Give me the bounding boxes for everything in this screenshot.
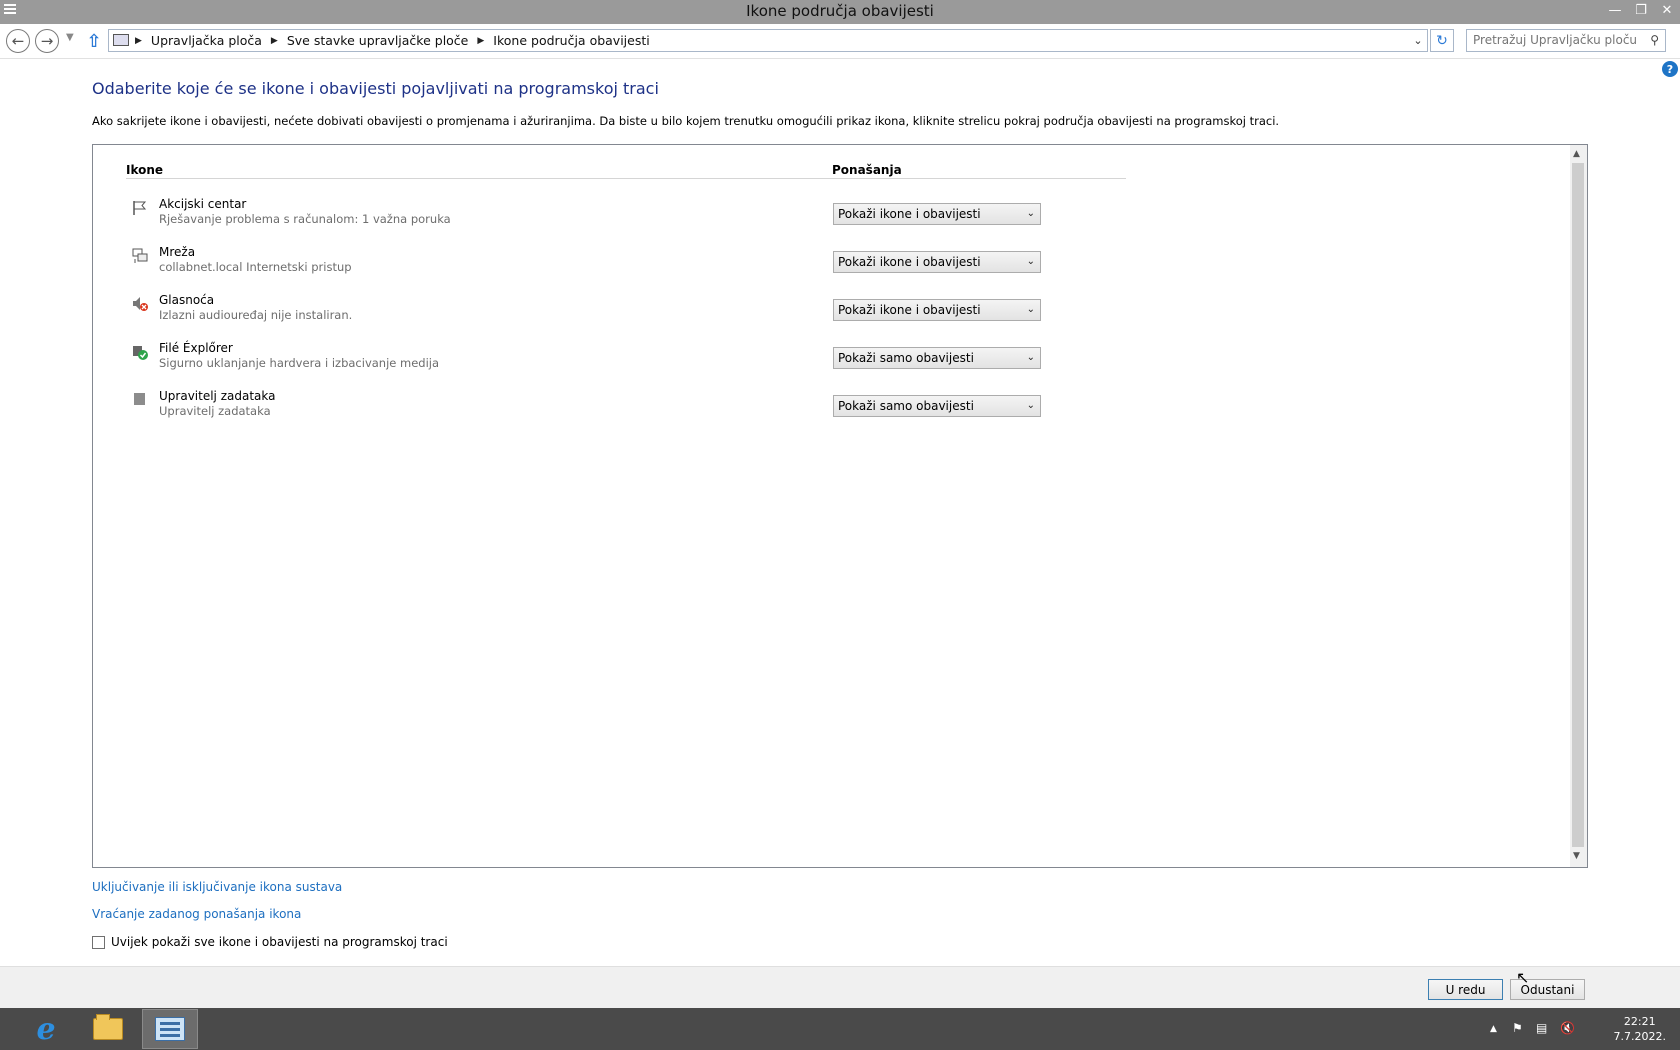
- taskbar-control-panel[interactable]: [142, 1009, 198, 1049]
- behavior-select-value: Pokaži samo obavijesti: [838, 399, 974, 413]
- scrollbar-thumb[interactable]: [1572, 163, 1584, 847]
- network-icon: [132, 248, 148, 263]
- up-button[interactable]: ⇧: [85, 31, 103, 52]
- list-item: Upravitelj zadataka Upravitelj zadataka …: [131, 389, 1131, 429]
- chevron-down-icon: ⌄: [1026, 400, 1035, 411]
- column-header-icons: Ikone: [126, 163, 164, 177]
- behavior-select-value: Pokaži ikone i obavijesti: [838, 255, 981, 269]
- flag-icon[interactable]: ⚑: [1512, 1021, 1523, 1035]
- task-manager-icon: [134, 393, 145, 405]
- search-input[interactable]: [1473, 33, 1638, 47]
- clock-date: 7.7.2022.: [1613, 1030, 1666, 1043]
- navigation-bar: ← → ▼ ⇧ ▶ Upravljačka ploča ▶ Sve stavke…: [0, 24, 1680, 59]
- volume-muted-icon[interactable]: 🔇: [1560, 1021, 1575, 1035]
- search-box[interactable]: ⚲: [1466, 29, 1666, 52]
- search-icon[interactable]: ⚲: [1650, 33, 1659, 47]
- recent-locations-dropdown[interactable]: ▼: [66, 32, 74, 43]
- behavior-select[interactable]: Pokaži ikone i obavijesti ⌄: [833, 251, 1041, 273]
- notification-area: ▲ ⚑ ▤ 🔇 22:21 7.7.2022.: [1490, 1008, 1680, 1050]
- taskbar-internet-explorer[interactable]: e: [18, 1009, 74, 1049]
- always-show-label[interactable]: Uvijek pokaži sve ikone i obavijesti na …: [111, 935, 448, 949]
- ok-button[interactable]: U redu: [1428, 979, 1503, 1000]
- taskbar-file-explorer[interactable]: [80, 1009, 136, 1049]
- minimize-button[interactable]: —: [1602, 0, 1628, 20]
- list-item: Akcijski centar Rješavanje problema s ra…: [131, 197, 1131, 237]
- list-header: Ikone Ponašanja: [126, 163, 1126, 179]
- control-panel-icon: [113, 34, 129, 46]
- vertical-scrollbar[interactable]: ▲ ▼: [1570, 145, 1587, 867]
- breadcrumb-item[interactable]: Upravljačka ploča: [151, 33, 262, 48]
- behavior-select[interactable]: Pokaži ikone i obavijesti ⌄: [833, 299, 1041, 321]
- breadcrumb: ▶ Upravljačka ploča ▶ Sve stavke upravlj…: [135, 33, 650, 48]
- breadcrumb-item[interactable]: Ikone područja obavijesti: [493, 33, 649, 48]
- title-bar: Ikone područja obavijesti — ❐ ✕: [0, 0, 1680, 24]
- forward-button[interactable]: →: [35, 29, 59, 53]
- chevron-down-icon: ⌄: [1026, 352, 1035, 363]
- item-description: Rješavanje problema s računalom: 1 važna…: [159, 212, 451, 226]
- address-bar[interactable]: ▶ Upravljačka ploča ▶ Sve stavke upravlj…: [108, 29, 1428, 52]
- scroll-down-icon[interactable]: ▼: [1573, 851, 1580, 861]
- item-name: Glasnoća: [159, 293, 215, 307]
- chevron-right-icon[interactable]: ▶: [135, 36, 142, 46]
- item-description: collabnet.local Internetski pristup: [159, 260, 352, 274]
- item-name: Upravitelj zadataka: [159, 389, 276, 403]
- system-icons-link[interactable]: Uključivanje ili isključivanje ikona sus…: [92, 880, 342, 894]
- item-description: Izlazni audiouređaj nije instaliran.: [159, 308, 353, 322]
- back-button[interactable]: ←: [6, 29, 30, 53]
- list-item: Filé Éxplőrer Sigurno uklanjanje hardver…: [131, 341, 1131, 381]
- item-name: Mreža: [159, 245, 196, 259]
- breadcrumb-item[interactable]: Sve stavke upravljačke ploče: [287, 33, 469, 48]
- always-show-checkbox-row[interactable]: Uvijek pokaži sve ikone i obavijesti na …: [92, 935, 448, 949]
- item-name: Filé Éxplőrer: [159, 341, 233, 355]
- behavior-select-value: Pokaži ikone i obavijesti: [838, 303, 981, 317]
- clock-time: 22:21: [1623, 1015, 1656, 1028]
- safely-remove-icon: [133, 346, 148, 360]
- item-name: Akcijski centar: [159, 197, 247, 211]
- page-description: Ako sakrijete ikone i obavijesti, nećete…: [92, 114, 1280, 128]
- mouse-cursor-icon: ↖: [1516, 968, 1530, 987]
- refresh-button[interactable]: ↻: [1430, 29, 1454, 52]
- chevron-down-icon: ⌄: [1026, 208, 1035, 219]
- close-button[interactable]: ✕: [1654, 0, 1680, 20]
- behavior-select-value: Pokaži samo obavijesti: [838, 351, 974, 365]
- taskbar: e ▲ ⚑ ▤ 🔇 22:21 7.7.2022.: [0, 1008, 1680, 1050]
- dialog-button-bar: U redu Odustani: [0, 966, 1680, 1008]
- window-title: Ikone područja obavijesti: [746, 2, 934, 20]
- icons-list-panel: Ikone Ponašanja Akcijski centar Rješavan…: [92, 144, 1588, 868]
- internet-explorer-icon: e: [36, 1011, 56, 1047]
- list-item: Mreža collabnet.local Internetski pristu…: [131, 245, 1131, 285]
- network-icon[interactable]: ▤: [1536, 1021, 1547, 1035]
- behavior-select[interactable]: Pokaži ikone i obavijesti ⌄: [833, 203, 1041, 225]
- chevron-down-icon: ⌄: [1026, 256, 1035, 267]
- page-title: Odaberite koje će se ikone i obavijesti …: [92, 79, 659, 98]
- flag-icon: [133, 201, 147, 215]
- always-show-checkbox[interactable]: [92, 935, 105, 949]
- chevron-right-icon[interactable]: ▶: [271, 36, 278, 46]
- folder-icon: [93, 1014, 123, 1040]
- chevron-down-icon: ⌄: [1026, 304, 1035, 315]
- item-description: Upravitelj zadataka: [159, 404, 271, 418]
- chevron-right-icon[interactable]: ▶: [477, 36, 484, 46]
- help-icon[interactable]: ?: [1662, 61, 1678, 77]
- restore-button[interactable]: ❐: [1628, 0, 1654, 20]
- control-panel-icon: [155, 1017, 185, 1041]
- volume-muted-icon: [133, 297, 148, 311]
- list-item: Glasnoća Izlazni audiouređaj nije instal…: [131, 293, 1131, 333]
- show-hidden-icons-icon[interactable]: ▲: [1490, 1024, 1497, 1034]
- restore-defaults-link[interactable]: Vraćanje zadanog ponašanja ikona: [92, 907, 301, 921]
- clock[interactable]: 22:21 7.7.2022.: [1614, 1014, 1666, 1044]
- column-header-behavior: Ponašanja: [832, 163, 902, 177]
- chevron-down-icon[interactable]: ⌄: [1409, 30, 1427, 51]
- item-description: Sigurno uklanjanje hardvera i izbacivanj…: [159, 356, 440, 370]
- behavior-select[interactable]: Pokaži samo obavijesti ⌄: [833, 395, 1041, 417]
- scroll-up-icon[interactable]: ▲: [1573, 149, 1580, 159]
- behavior-select-value: Pokaži ikone i obavijesti: [838, 207, 981, 221]
- behavior-select[interactable]: Pokaži samo obavijesti ⌄: [833, 347, 1041, 369]
